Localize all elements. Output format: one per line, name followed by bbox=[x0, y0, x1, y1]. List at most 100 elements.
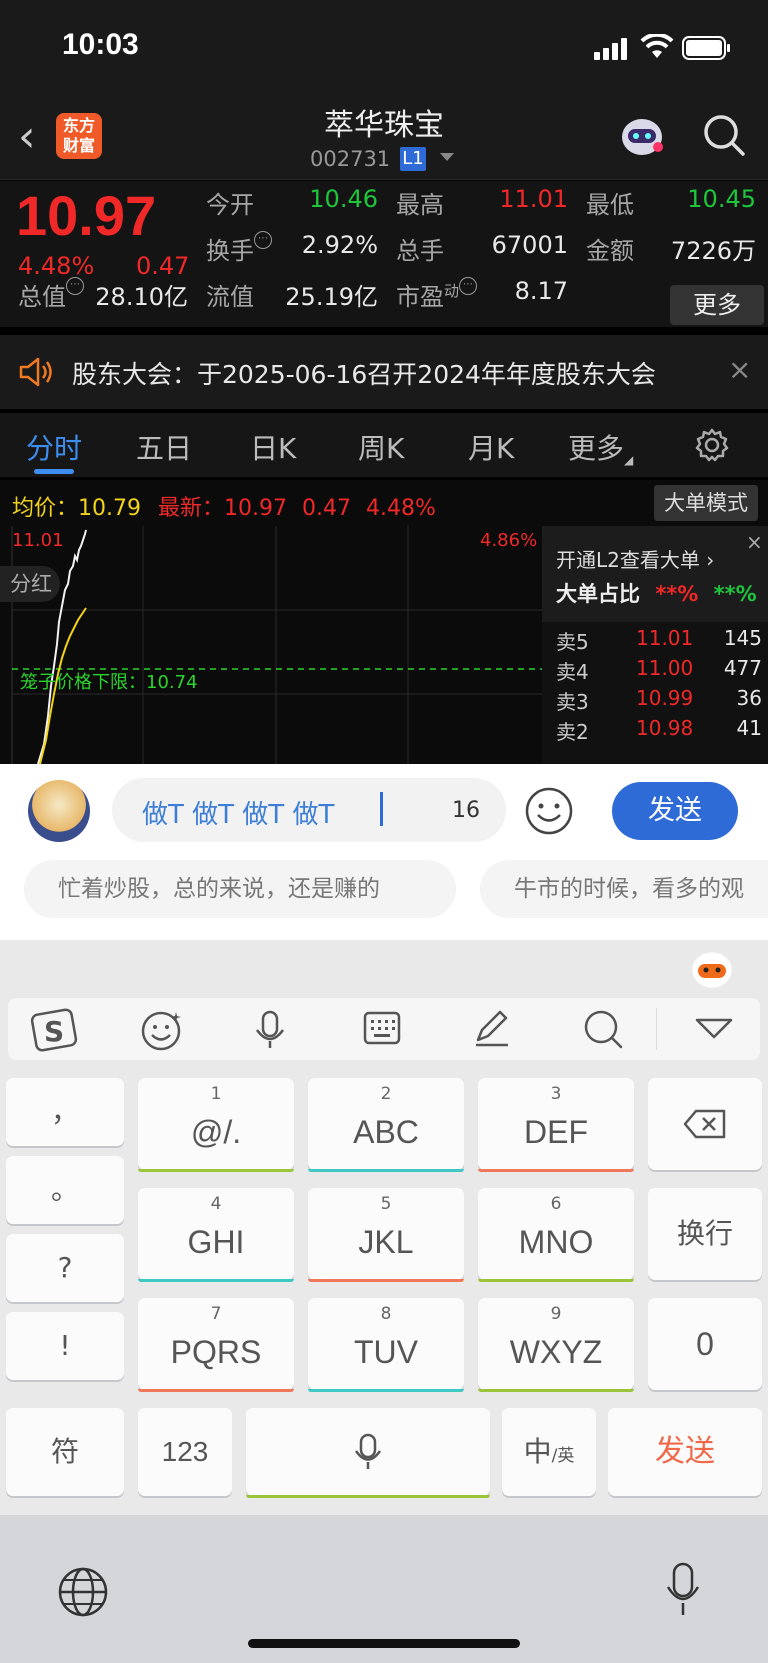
l2-upgrade-link[interactable]: 开通L2查看大单 › bbox=[556, 544, 714, 573]
key-space[interactable] bbox=[246, 1408, 490, 1498]
latest-value: 10.97 bbox=[224, 496, 287, 521]
tab-intraday[interactable]: 分时 bbox=[26, 427, 82, 467]
notice-banner[interactable]: 股东大会：于2025-06-16召开2024年年度股东大会 × bbox=[0, 335, 768, 409]
order-book: 开通L2查看大单 › 大单占比 **% **% × 卖5 11.01 145 卖… bbox=[542, 526, 768, 764]
market-cap-label[interactable]: 总值 ⋯ bbox=[18, 277, 84, 312]
key-number: 3 bbox=[550, 1084, 562, 1104]
key-accent bbox=[246, 1495, 490, 1498]
tab-more[interactable]: 更多◢ bbox=[568, 427, 633, 467]
key-accent bbox=[138, 1389, 294, 1392]
comment-input[interactable]: 做T 做T 做T 做T 16 bbox=[112, 778, 506, 842]
key-period[interactable]: 。 bbox=[6, 1156, 124, 1224]
tab-monthly-k[interactable]: 月K bbox=[468, 427, 514, 467]
status-time: 10:03 bbox=[62, 28, 139, 61]
dictation-microphone-icon[interactable] bbox=[664, 1561, 702, 1621]
microphone-icon[interactable] bbox=[252, 1008, 288, 1052]
key-1[interactable]: 1 @/. bbox=[138, 1078, 294, 1172]
key-newline[interactable]: 换行 bbox=[648, 1188, 762, 1280]
change-percent: 4.48% bbox=[18, 252, 95, 280]
dividend-tag[interactable]: 分红 bbox=[0, 566, 60, 602]
globe-icon[interactable] bbox=[56, 1565, 110, 1619]
key-number: 5 bbox=[380, 1194, 392, 1214]
app-logo[interactable]: 东方 财富 bbox=[56, 113, 102, 159]
more-quote-button[interactable]: 更多 bbox=[670, 285, 764, 325]
search-icon[interactable] bbox=[582, 1008, 624, 1050]
keyboard-toolbar: S bbox=[8, 998, 760, 1060]
send-button[interactable]: 发送 bbox=[612, 782, 738, 840]
close-icon[interactable]: × bbox=[746, 530, 763, 554]
key-0[interactable]: 0 bbox=[648, 1298, 762, 1390]
text-caret bbox=[380, 792, 383, 826]
keyboard-icon[interactable] bbox=[362, 1008, 402, 1048]
emoji-icon[interactable] bbox=[524, 786, 574, 836]
close-icon[interactable]: × bbox=[728, 353, 751, 386]
pe-sup: 动 bbox=[444, 282, 460, 300]
stock-switch-caret-icon[interactable] bbox=[440, 153, 454, 161]
tab-daily-k[interactable]: 日K bbox=[250, 427, 296, 467]
key-letters: PQRS bbox=[170, 1334, 262, 1370]
avg-label: 均价： bbox=[12, 496, 79, 521]
info-icon[interactable]: ⋯ bbox=[254, 231, 272, 249]
key-number: 7 bbox=[210, 1304, 222, 1324]
suggestion-chip[interactable]: 牛市的时候，看多的观 bbox=[480, 860, 768, 918]
cellular-signal-icon bbox=[594, 38, 627, 60]
quote-panel: 10.97 4.48% 0.47 今开 10.46 最高 11.01 最低 10… bbox=[0, 181, 768, 327]
collapse-keyboard-icon[interactable] bbox=[694, 1016, 734, 1042]
mascot-icon[interactable] bbox=[690, 948, 734, 990]
big-order-ratio-sell: **% bbox=[655, 582, 699, 606]
key-9[interactable]: 9 WXYZ bbox=[478, 1298, 634, 1392]
big-order-mode-button[interactable]: 大单模式 bbox=[654, 485, 758, 521]
handwriting-pen-icon[interactable] bbox=[472, 1008, 512, 1048]
key-numeric[interactable]: 123 bbox=[138, 1408, 232, 1496]
order-side: 卖3 bbox=[556, 690, 589, 714]
info-icon[interactable]: ⋯ bbox=[66, 277, 84, 295]
order-book-row: 卖4 11.00 477 bbox=[556, 656, 762, 688]
amount-label: 金额 bbox=[586, 237, 634, 265]
key-accent bbox=[308, 1389, 464, 1392]
system-bottom-bar bbox=[0, 1515, 768, 1663]
microphone-icon bbox=[354, 1433, 382, 1469]
order-volume: 41 bbox=[736, 716, 762, 740]
stock-header: 萃华珠宝 ‹ 东方 财富 002731 L1 bbox=[0, 95, 768, 180]
intraday-chart[interactable]: 11.01 4.86% 分红 笼子价格下限：10.74 bbox=[0, 526, 542, 764]
key-symbols[interactable]: 符 bbox=[6, 1408, 124, 1496]
ai-robot-icon[interactable] bbox=[616, 113, 668, 161]
tab-weekly-k[interactable]: 周K bbox=[358, 427, 404, 467]
key-3[interactable]: 3 DEF bbox=[478, 1078, 634, 1172]
tab-five-day[interactable]: 五日 bbox=[136, 427, 192, 467]
speaker-icon bbox=[19, 357, 52, 387]
key-number: 4 bbox=[210, 1194, 222, 1214]
key-6[interactable]: 6 MNO bbox=[478, 1188, 634, 1282]
key-question[interactable]: ? bbox=[6, 1234, 124, 1302]
key-8[interactable]: 8 TUV bbox=[308, 1298, 464, 1392]
key-7[interactable]: 7 PQRS bbox=[138, 1298, 294, 1392]
key-language-switch[interactable]: 中/英 bbox=[502, 1408, 596, 1496]
key-5[interactable]: 5 JKL bbox=[308, 1188, 464, 1282]
key-2[interactable]: 2 ABC bbox=[308, 1078, 464, 1172]
key-send[interactable]: 发送 bbox=[608, 1408, 762, 1496]
emoji-icon[interactable] bbox=[140, 1008, 184, 1052]
order-side: 卖5 bbox=[556, 630, 589, 654]
search-icon[interactable] bbox=[702, 113, 746, 157]
price-summary-line: 均价：10.79 最新：10.97 0.47 4.48% bbox=[12, 490, 436, 522]
back-chevron-icon[interactable]: ‹ bbox=[18, 115, 36, 159]
pe-label[interactable]: 市盈动 ⋯ bbox=[396, 277, 478, 312]
status-bar: 10:03 bbox=[0, 0, 768, 95]
sogou-logo-icon[interactable]: S bbox=[30, 1008, 78, 1052]
notice-text: 股东大会：于2025-06-16召开2024年年度股东大会 bbox=[72, 360, 656, 389]
suggestion-chip[interactable]: 忙着炒股，总的来说，还是赚的 bbox=[24, 860, 456, 918]
key-accent bbox=[138, 1279, 294, 1282]
big-order-ratio-label: 大单占比 bbox=[556, 582, 640, 606]
key-4[interactable]: 4 GHI bbox=[138, 1188, 294, 1282]
avatar[interactable] bbox=[28, 780, 90, 842]
key-comma[interactable]: ， bbox=[6, 1078, 124, 1146]
key-backspace[interactable] bbox=[648, 1078, 762, 1170]
key-letters: MNO bbox=[518, 1224, 594, 1260]
chart-high-price: 11.01 bbox=[12, 530, 64, 551]
home-indicator[interactable] bbox=[248, 1639, 520, 1648]
key-exclamation[interactable]: ! bbox=[6, 1312, 124, 1380]
big-order-ratio: 大单占比 **% **% bbox=[556, 578, 757, 608]
gear-icon[interactable] bbox=[694, 427, 730, 463]
turnover-label[interactable]: 换手 ⋯ bbox=[206, 231, 272, 266]
info-icon[interactable]: ⋯ bbox=[459, 277, 478, 295]
